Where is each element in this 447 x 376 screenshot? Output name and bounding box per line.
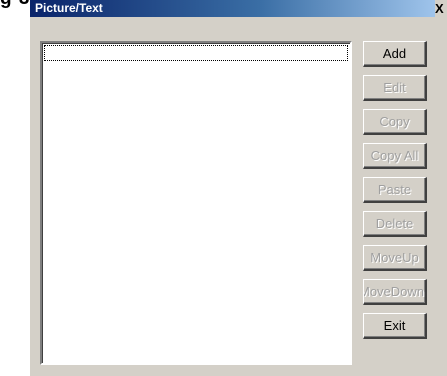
picture-text-listbox[interactable]: [40, 41, 352, 365]
paste-button[interactable]: Paste: [363, 177, 427, 203]
move-down-button[interactable]: MoveDown: [363, 279, 427, 305]
title-bar[interactable]: Picture/Text X: [30, 0, 447, 17]
move-up-button[interactable]: MoveUp: [363, 245, 427, 271]
exit-button[interactable]: Exit: [363, 313, 427, 339]
window-title: Picture/Text: [35, 1, 103, 15]
list-focus-row[interactable]: [44, 45, 348, 61]
picture-text-dialog: Picture/Text X Add Edit Copy Copy All Pa…: [30, 0, 447, 376]
close-button[interactable]: X: [435, 0, 447, 17]
add-button[interactable]: Add: [363, 41, 427, 67]
edit-button[interactable]: Edit: [363, 75, 427, 101]
copy-all-button[interactable]: Copy All: [363, 143, 427, 169]
copy-button[interactable]: Copy: [363, 109, 427, 135]
page: g 3) Picture/Text X Add Edit Copy Copy A…: [0, 0, 447, 376]
delete-button[interactable]: Delete: [363, 211, 427, 237]
